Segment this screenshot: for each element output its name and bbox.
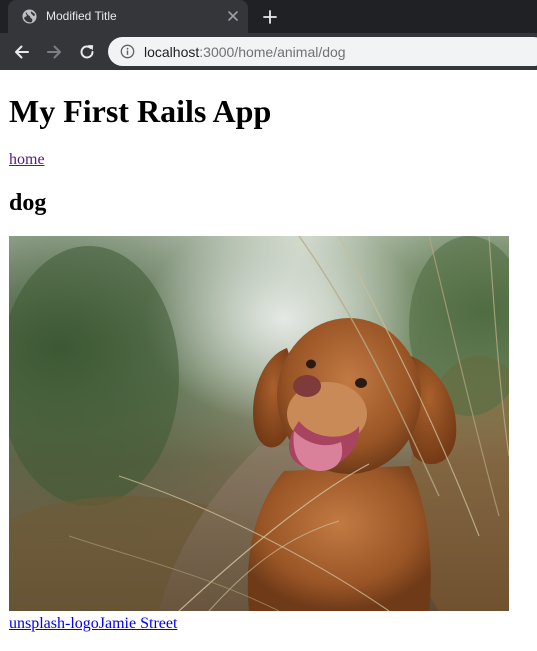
arrow-right-icon[interactable] xyxy=(44,42,64,62)
page-content: My First Rails App home dog unsplash-log… xyxy=(0,70,537,651)
reload-icon[interactable] xyxy=(77,42,97,62)
page-title: My First Rails App xyxy=(9,93,272,129)
plus-icon[interactable] xyxy=(262,9,278,25)
arrow-left-icon[interactable] xyxy=(12,42,32,62)
url-path: :3000/home/animal/dog xyxy=(199,44,346,60)
address-bar[interactable]: localhost:3000/home/animal/dog xyxy=(108,37,537,66)
info-icon[interactable] xyxy=(120,44,135,59)
dog-photo xyxy=(9,236,509,611)
active-tab[interactable]: Modified Title xyxy=(8,0,248,33)
browser-toolbar: localhost:3000/home/animal/dog xyxy=(0,33,537,70)
url-text[interactable]: localhost:3000/home/animal/dog xyxy=(144,44,346,60)
browser-window: Modified Title localhost:3000/home/anima… xyxy=(0,0,537,651)
animal-heading: dog xyxy=(9,190,47,216)
close-icon[interactable] xyxy=(227,10,239,22)
globe-icon xyxy=(22,9,37,24)
tab-title: Modified Title xyxy=(46,9,117,23)
unsplash-link[interactable]: unsplash-logo xyxy=(9,615,99,632)
photographer-link[interactable]: Jamie Street xyxy=(99,615,178,632)
photo-credit: unsplash-logoJamie Street xyxy=(9,615,177,633)
home-link[interactable]: home xyxy=(9,151,45,169)
tab-strip: Modified Title xyxy=(0,0,537,33)
url-host: localhost xyxy=(144,44,200,60)
